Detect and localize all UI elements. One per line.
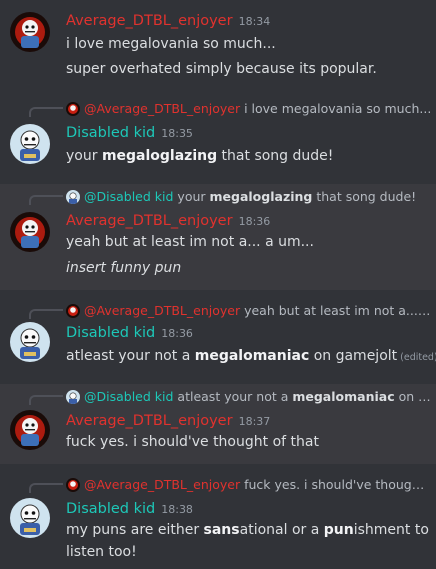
reply-mention[interactable]: @Disabled kid [84, 389, 173, 404]
message-text: insert funny pun [66, 260, 182, 276]
message-text: i love megalovania so much... [66, 36, 276, 52]
timestamp: 18:36 [161, 327, 193, 340]
timestamp: 18:34 [238, 15, 271, 28]
message-3: @Disabled kid your megaloglazing that so… [0, 184, 436, 290]
reply-preview[interactable]: @Disabled kid your megaloglazing that so… [66, 188, 432, 206]
reply-spine [29, 395, 63, 405]
mini-avatar-icon [66, 190, 80, 204]
reply-text: fuck yes. i should've thought o... [244, 477, 432, 492]
message-5: @Disabled kid atleast your not a megalom… [0, 384, 436, 464]
reply-text: i love megalovania so much... [244, 101, 432, 116]
avatar-average-dtbl[interactable] [10, 410, 50, 450]
sans-avatar-icon [10, 212, 50, 252]
timestamp: 18:36 [238, 215, 271, 228]
message-1: Average_DTBL_enjoyer 18:34 i love megalov… [0, 0, 436, 92]
reply-preview[interactable]: @Average_DTBL_enjoyer fuck yes. i should… [66, 476, 432, 494]
edited-label: (edited) [400, 352, 436, 363]
reply-mention[interactable]: @Average_DTBL_enjoyer [84, 101, 240, 116]
reply-spine [29, 483, 63, 493]
reply-preview[interactable]: @Average_DTBL_enjoyer i love megalovania… [66, 100, 432, 118]
avatar-average-dtbl[interactable] [10, 212, 50, 252]
reply-preview[interactable]: @Disabled kid atleast your not a megalom… [66, 388, 432, 406]
author-name[interactable]: Disabled kid [66, 125, 155, 141]
message-text: yeah but at least im not a... a um... [66, 234, 314, 250]
reply-spine [29, 195, 63, 205]
author-name[interactable]: Average_DTBL_enjoyer [66, 13, 233, 29]
author-name[interactable]: Disabled kid [66, 501, 155, 517]
author-name[interactable]: Disabled kid [66, 325, 155, 341]
reply-preview[interactable]: @Average_DTBL_enjoyer yeah but at least … [66, 302, 432, 320]
timestamp: 18:38 [161, 503, 193, 516]
message-text: super overhated simply because its popul… [66, 61, 377, 77]
message-4: @Average_DTBL_enjoyer yeah but at least … [0, 298, 436, 380]
message-text: fuck yes. i should've thought of that [66, 434, 319, 450]
sans-avatar-icon [10, 410, 50, 450]
message-2: @Average_DTBL_enjoyer i love megalovania… [0, 96, 436, 178]
message-text: my puns are either sansational or a puni… [66, 522, 429, 538]
message-6: @Average_DTBL_enjoyer fuck yes. i should… [0, 472, 436, 569]
mini-avatar-icon [66, 304, 80, 318]
message-text: atleast your not a megalomaniac on gamej… [66, 348, 436, 364]
sans-avatar-icon [10, 124, 50, 164]
avatar-disabled-kid[interactable] [10, 124, 50, 164]
message-text: listen too! [66, 544, 137, 560]
mini-avatar-icon [66, 478, 80, 492]
sans-avatar-icon [10, 322, 50, 362]
mini-avatar-icon [66, 102, 80, 116]
reply-mention[interactable]: @Average_DTBL_enjoyer [84, 303, 240, 318]
avatar-disabled-kid[interactable] [10, 498, 50, 538]
mini-avatar-icon [66, 390, 80, 404]
author-name[interactable]: Average_DTBL_enjoyer [66, 213, 233, 229]
reply-spine [29, 107, 63, 117]
avatar-average-dtbl[interactable] [10, 12, 50, 52]
avatar-disabled-kid[interactable] [10, 322, 50, 362]
reply-spine [29, 309, 63, 319]
sans-avatar-icon [10, 498, 50, 538]
timestamp: 18:37 [238, 415, 271, 428]
reply-text: yeah but at least im not a... a u... [244, 303, 432, 318]
reply-mention[interactable]: @Average_DTBL_enjoyer [84, 477, 240, 492]
sans-avatar-icon [10, 12, 50, 52]
timestamp: 18:35 [161, 127, 193, 140]
message-text: your megaloglazing that song dude! [66, 148, 334, 164]
author-name[interactable]: Average_DTBL_enjoyer [66, 413, 233, 429]
reply-mention[interactable]: @Disabled kid [84, 189, 173, 204]
